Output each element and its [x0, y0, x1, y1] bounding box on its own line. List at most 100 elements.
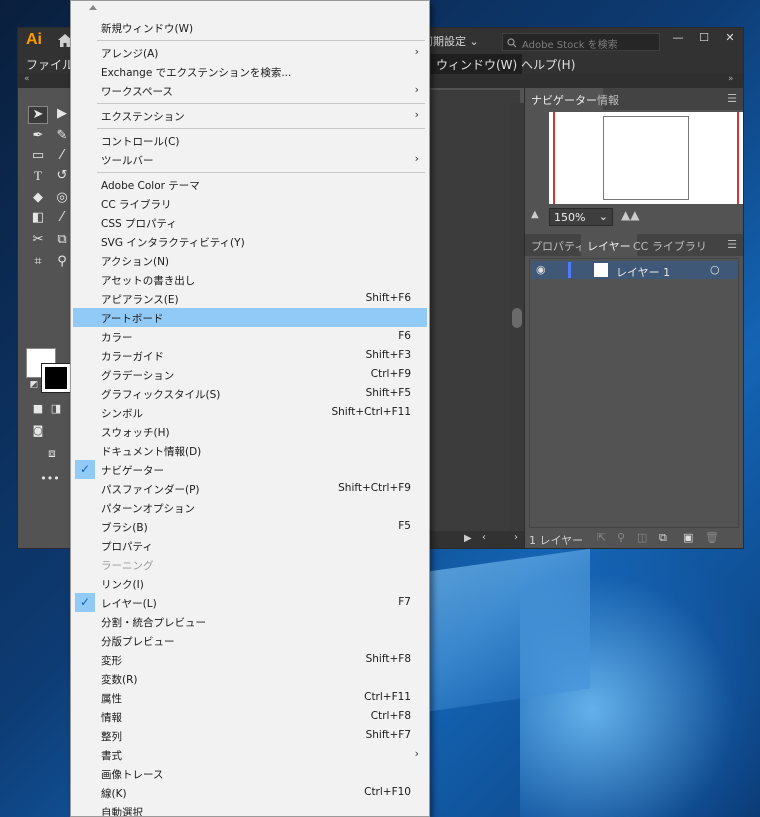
menu-item[interactable]: グラフィックスタイル(S) Shift+F5 [73, 384, 427, 403]
document-canvas[interactable] [428, 90, 520, 548]
vertical-scrollbar[interactable] [510, 103, 524, 533]
scrollbar-thumb[interactable] [512, 308, 522, 328]
new-sublayer-icon[interactable]: ⧉ [659, 531, 667, 545]
menu-item[interactable]: 分版プレビュー [73, 631, 427, 650]
menu-file[interactable]: ファイル [26, 56, 74, 73]
shape-builder-tool-icon[interactable]: ⧉ [52, 232, 72, 250]
menu-item[interactable]: 書式 › [73, 745, 427, 764]
eraser-tool-icon[interactable]: ◆ [28, 190, 48, 208]
panel-menu-icon[interactable]: ☰ [727, 238, 737, 251]
menu-item[interactable]: アセットの書き出し [73, 270, 427, 289]
paintbrush-tool-icon[interactable]: ⁄ [52, 148, 72, 166]
menu-item[interactable]: ブラシ(B) F5 [73, 517, 427, 536]
type-tool-icon[interactable]: T [28, 168, 48, 186]
visibility-eye-icon[interactable]: ◉ [536, 263, 546, 276]
menu-item[interactable]: シンボル Shift+Ctrl+F11 [73, 403, 427, 422]
menu-item[interactable]: 自動選択 [73, 802, 427, 816]
clipping-mask-icon[interactable]: ◫ [637, 531, 647, 544]
collapse-left-icon[interactable]: « [24, 74, 30, 84]
gradient-mode-icon[interactable]: ◨ [46, 402, 66, 420]
menu-item[interactable]: プロパティ [73, 536, 427, 555]
menu-item[interactable]: ✓ ナビゲーター [73, 460, 427, 479]
scroll-right-icon[interactable]: › [514, 532, 518, 543]
tab-cc-libraries[interactable]: CC ライブラリ [627, 234, 713, 256]
ai-logo: Ai [26, 31, 42, 48]
menu-item[interactable]: 整列 Shift+F7 [73, 726, 427, 745]
menu-item[interactable]: カラー F6 [73, 327, 427, 346]
selection-tool-icon[interactable]: ➤ [28, 106, 48, 124]
menu-item[interactable]: アクション(N) [73, 251, 427, 270]
menu-item[interactable]: 新規ウィンドウ(W) [73, 18, 427, 37]
screen-mode-icon[interactable]: ⧈ [42, 446, 62, 464]
menu-item[interactable]: 変形 Shift+F8 [73, 650, 427, 669]
menu-item[interactable]: 分割・統合プレビュー [73, 612, 427, 631]
collapse-right-icon[interactable]: » [728, 74, 734, 84]
rotate-tool-icon[interactable]: ↺ [52, 168, 72, 186]
trash-icon[interactable]: 🗑 [705, 531, 719, 544]
blend-tool-icon[interactable]: ✂ [28, 232, 48, 250]
rectangle-tool-icon[interactable]: ▭ [28, 148, 48, 166]
menu-item[interactable]: 変数(R) [73, 669, 427, 688]
curvature-tool-icon[interactable]: ✎ [52, 128, 72, 146]
menu-item[interactable]: SVG インタラクティビティ(Y) [73, 232, 427, 251]
menu-item[interactable]: CC ライブラリ [73, 194, 427, 213]
menu-item[interactable]: 線(K) Ctrl+F10 [73, 783, 427, 802]
stroke-swatch[interactable] [41, 363, 71, 393]
minimize-button[interactable]: — [666, 30, 690, 48]
menu-item[interactable]: ドキュメント情報(D) [73, 441, 427, 460]
menu-item[interactable]: CSS プロパティ [73, 213, 427, 232]
close-button[interactable]: ✕ [718, 30, 742, 48]
layer-name[interactable]: レイヤー 1 [616, 264, 670, 280]
more-tools-icon[interactable]: ••• [40, 472, 60, 490]
menu-item[interactable]: アピアランス(E) Shift+F6 [73, 289, 427, 308]
layer-row[interactable]: ◉ レイヤー 1 ○ [532, 261, 737, 279]
layer-target-icon[interactable]: ○ [710, 263, 720, 276]
warp-tool-icon[interactable]: ◎ [52, 190, 72, 208]
direct-selection-tool-icon[interactable]: ▶ [52, 106, 72, 124]
maximize-button[interactable]: ☐ [692, 30, 716, 48]
menu-item[interactable]: パスファインダー(P) Shift+Ctrl+F9 [73, 479, 427, 498]
zoom-tool-icon[interactable]: ⚲ [52, 254, 72, 272]
menu-item[interactable]: コントロール(C) [73, 131, 427, 150]
menu-item[interactable]: カラーガイド Shift+F3 [73, 346, 427, 365]
menu-item[interactable]: Adobe Color テーマ [73, 175, 427, 194]
menu-item[interactable]: ✓ レイヤー(L) F7 [73, 593, 427, 612]
menu-item[interactable]: 画像トレース [73, 764, 427, 783]
artboard-tool-icon[interactable]: ⌗ [28, 254, 48, 272]
draw-mode-icon[interactable]: ◙ [28, 424, 48, 442]
menu-item[interactable]: ワークスペース › [73, 81, 427, 100]
default-colors-icon[interactable]: ◩ [24, 380, 44, 398]
workspace-switcher[interactable]: 初期設定 ⌄ [422, 33, 479, 49]
menu-item[interactable]: 情報 Ctrl+F8 [73, 707, 427, 726]
menu-help[interactable]: ヘルプ(H) [521, 56, 575, 73]
scroll-left-icon[interactable]: ‹ [482, 532, 486, 543]
new-layer-icon[interactable]: ▣ [683, 531, 693, 544]
menu-item[interactable]: スウォッチ(H) [73, 422, 427, 441]
menu-item[interactable]: リンク(I) [73, 574, 427, 593]
menu-item[interactable]: 属性 Ctrl+F11 [73, 688, 427, 707]
eyedropper-tool-icon[interactable]: ⁄ [52, 210, 72, 228]
menu-item[interactable]: アレンジ(A) › [73, 43, 427, 62]
menu-item[interactable]: エクステンション › [73, 106, 427, 125]
locate-object-icon[interactable]: ⚲ [617, 531, 625, 544]
export-icon[interactable]: ⇱ [597, 531, 606, 544]
zoom-out-icon[interactable]: ▲ [531, 209, 539, 220]
color-mode-icon[interactable]: ■ [28, 402, 48, 420]
play-icon[interactable]: ▶ [464, 533, 472, 544]
menu-window[interactable]: ウィンドウ(W) [431, 54, 523, 74]
panel-menu-icon[interactable]: ☰ [727, 92, 737, 105]
gradient-tool-icon[interactable]: ◧ [28, 210, 48, 228]
menu-item[interactable]: ツールバー › [73, 150, 427, 169]
pen-tool-icon[interactable]: ✒ [28, 128, 48, 146]
menu-item[interactable]: グラデーション Ctrl+F9 [73, 365, 427, 384]
zoom-field[interactable]: 150% ⌄ [549, 208, 613, 226]
menu-item-label: アセットの書き出し [101, 275, 196, 287]
tab-info[interactable]: 情報 [591, 88, 625, 110]
menu-item[interactable]: アートボード [73, 308, 427, 327]
navigator-preview[interactable] [549, 112, 743, 204]
scroll-up-icon[interactable] [89, 5, 97, 10]
zoom-in-icon[interactable]: ▲▲ [621, 208, 639, 222]
stock-search-input[interactable]: Adobe Stock を検索 [502, 33, 660, 51]
menu-item[interactable]: パターンオプション [73, 498, 427, 517]
menu-item[interactable]: Exchange でエクステンションを検索... [73, 62, 427, 81]
